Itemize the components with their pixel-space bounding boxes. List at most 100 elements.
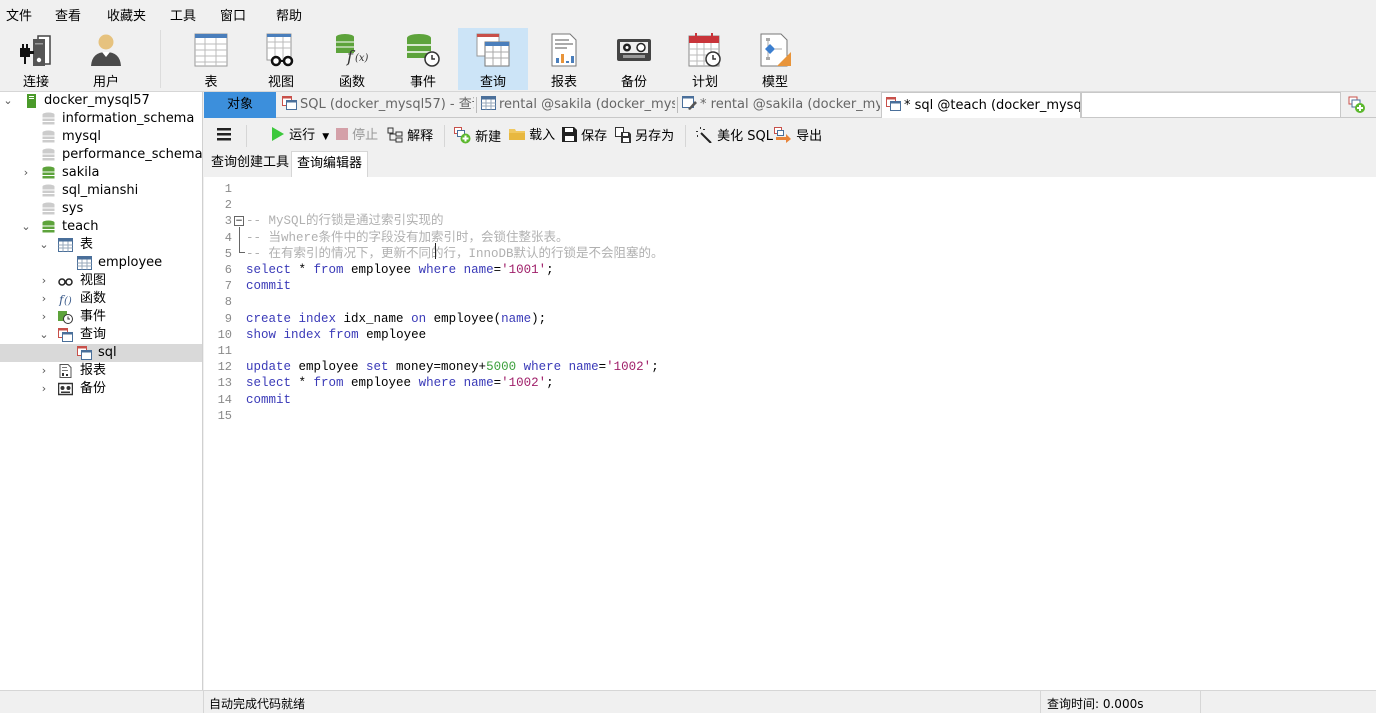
line-number: 12 bbox=[217, 360, 232, 375]
tab-query-editor[interactable]: 查询编辑器 bbox=[291, 151, 369, 177]
view-icon bbox=[58, 278, 73, 286]
tree-item-functions[interactable]: › f() 函数 bbox=[0, 290, 202, 308]
sql-keyword: set bbox=[366, 360, 389, 375]
menu-help[interactable]: 帮助 bbox=[276, 5, 302, 24]
sql-text: = bbox=[493, 263, 502, 277]
chevron-right-icon[interactable]: › bbox=[38, 290, 50, 308]
menu-window[interactable]: 窗口 bbox=[220, 5, 246, 24]
line-number: 8 bbox=[224, 295, 232, 310]
tree-item-employee[interactable]: employee bbox=[0, 254, 202, 272]
tab-sql-query[interactable]: SQL (docker_mysql57) - 查询 bbox=[278, 92, 474, 118]
line-number: 15 bbox=[217, 408, 232, 423]
ribbon-report-button[interactable]: 报表 bbox=[529, 28, 599, 90]
ribbon-user-button[interactable]: 用户 bbox=[71, 28, 141, 90]
menu-favorites[interactable]: 收藏夹 bbox=[107, 5, 146, 24]
tree-item-sql-mianshi[interactable]: sql_mianshi bbox=[0, 182, 202, 200]
toolbar-separator bbox=[685, 125, 686, 147]
stop-button[interactable]: 停止 bbox=[336, 127, 378, 145]
tree-item-docker-mysql57[interactable]: ⌄ docker_mysql57 bbox=[0, 92, 202, 110]
tree-item-performance-schema[interactable]: performance_schema bbox=[0, 146, 203, 164]
tab-rental-sakila[interactable]: rental @sakila (docker_mys... bbox=[477, 92, 675, 118]
chevron-right-icon[interactable]: › bbox=[38, 380, 50, 398]
tab-sql-teach[interactable]: * sql @teach (docker_mysql... bbox=[881, 92, 1081, 118]
save-button[interactable]: 保存 bbox=[562, 127, 607, 145]
sql-comment: -- 当where条件中的字段没有加索引时，会锁住整张表。 bbox=[246, 230, 569, 245]
sql-keyword: where bbox=[523, 360, 562, 375]
chevron-down-icon[interactable]: ⌄ bbox=[20, 218, 32, 236]
ribbon-function-button[interactable]: f (x) 函数 bbox=[317, 28, 387, 90]
status-separator bbox=[203, 691, 204, 713]
ribbon-event-button[interactable]: 事件 bbox=[388, 28, 458, 90]
sql-string: '1002' bbox=[501, 376, 547, 391]
menu-file[interactable]: 文件 bbox=[6, 5, 32, 24]
view-icon bbox=[266, 33, 294, 67]
new-query-button[interactable]: 新建 bbox=[454, 127, 501, 145]
tree-item-sakila[interactable]: › sakila bbox=[0, 164, 202, 182]
tab-rental-sakila-design[interactable]: * rental @sakila (docker_my... bbox=[678, 92, 880, 118]
sql-text: ; bbox=[546, 263, 554, 277]
chevron-right-icon[interactable]: › bbox=[38, 272, 50, 290]
tree-item-events[interactable]: › 事件 bbox=[0, 308, 202, 326]
line-number-gutter: 1 2 3 4 5 6 7 8 9 10 11 12 13 14 15 bbox=[204, 177, 232, 690]
run-button[interactable]: 运行 ▼ bbox=[271, 127, 329, 145]
schedule-icon bbox=[688, 33, 721, 67]
tree-item-mysql[interactable]: mysql bbox=[0, 128, 202, 146]
query-icon bbox=[58, 328, 73, 342]
text-cursor-ibeam bbox=[435, 243, 436, 259]
sql-keyword: select bbox=[246, 376, 292, 391]
database-grey-icon bbox=[42, 184, 55, 197]
chevron-down-icon[interactable]: ⌄ bbox=[2, 92, 14, 110]
ribbon-query-button[interactable]: 查询 bbox=[458, 28, 528, 90]
sql-text: ; bbox=[546, 376, 554, 391]
code-line: -- 当where条件中的字段没有加索引时，会锁住整张表。 bbox=[246, 230, 569, 246]
menu-view[interactable]: 查看 bbox=[55, 5, 81, 24]
menu-button[interactable] bbox=[216, 126, 232, 144]
tree-item-reports[interactable]: › 报表 bbox=[0, 362, 202, 380]
new-tab-button[interactable] bbox=[1348, 96, 1366, 114]
run-dropdown-icon[interactable]: ▼ bbox=[322, 132, 329, 142]
fold-toggle-icon[interactable]: − bbox=[234, 216, 244, 226]
ribbon-schedule-button[interactable]: 计划 bbox=[670, 28, 740, 90]
sql-editor[interactable]: 1 2 3 4 5 6 7 8 9 10 11 12 13 14 15 − -- MySQL的行锁是通过索引… bbox=[204, 177, 1376, 690]
explain-icon bbox=[387, 127, 403, 143]
tree-item-information-schema[interactable]: information_schema bbox=[0, 110, 202, 128]
menu-bar: 文件 查看 收藏夹 工具 窗口 帮助 bbox=[0, 0, 1376, 26]
table-icon bbox=[194, 33, 228, 67]
tree-item-teach[interactable]: ⌄ teach bbox=[0, 218, 202, 236]
ribbon-user-label: 用户 bbox=[92, 75, 119, 90]
ribbon-connection-button[interactable]: 连接 bbox=[1, 28, 71, 90]
tree-item-views[interactable]: › 视图 bbox=[0, 272, 202, 290]
chevron-right-icon[interactable]: › bbox=[38, 308, 50, 326]
export-button[interactable]: 导出 bbox=[774, 127, 822, 145]
chevron-down-icon[interactable]: ⌄ bbox=[38, 236, 50, 254]
tree-item-sys[interactable]: sys bbox=[0, 200, 202, 218]
menu-tools[interactable]: 工具 bbox=[170, 5, 196, 24]
tab-query-builder[interactable]: 查询创建工具 bbox=[206, 151, 294, 177]
ribbon-schedule-label: 计划 bbox=[691, 75, 718, 90]
sql-keyword: commit bbox=[246, 392, 292, 407]
chevron-down-icon[interactable]: ⌄ bbox=[38, 326, 50, 344]
line-number: 14 bbox=[217, 392, 232, 407]
tree-item-tables[interactable]: ⌄ 表 bbox=[0, 236, 202, 254]
code-line: show index from employee bbox=[246, 327, 426, 343]
ribbon-table-button[interactable]: 表 bbox=[176, 28, 246, 90]
tree-item-backups[interactable]: › 备份 bbox=[0, 380, 202, 398]
sql-text: * bbox=[291, 376, 314, 391]
new-query-icon bbox=[454, 127, 471, 144]
model-icon bbox=[760, 33, 791, 67]
load-button[interactable]: 载入 bbox=[509, 127, 555, 145]
ribbon-view-button[interactable]: 视图 bbox=[246, 28, 316, 90]
chevron-right-icon[interactable]: › bbox=[38, 362, 50, 380]
tree-item-sql-query[interactable]: sql bbox=[0, 344, 202, 362]
ribbon-backup-button[interactable]: 备份 bbox=[599, 28, 669, 90]
sql-keyword: index bbox=[298, 311, 337, 326]
tab-objects[interactable]: 对象 bbox=[204, 92, 276, 118]
ribbon-model-button[interactable]: 模型 bbox=[740, 28, 810, 90]
chevron-right-icon[interactable]: › bbox=[20, 164, 32, 182]
explain-button[interactable]: 解释 bbox=[387, 127, 433, 145]
tree-item-queries[interactable]: ⌄ 查询 bbox=[0, 326, 202, 344]
save-as-button[interactable]: 另存为 bbox=[615, 127, 674, 145]
user-icon bbox=[91, 34, 121, 66]
sql-keyword: update bbox=[246, 360, 292, 375]
beautify-sql-button[interactable]: 美化 SQL bbox=[695, 127, 773, 145]
